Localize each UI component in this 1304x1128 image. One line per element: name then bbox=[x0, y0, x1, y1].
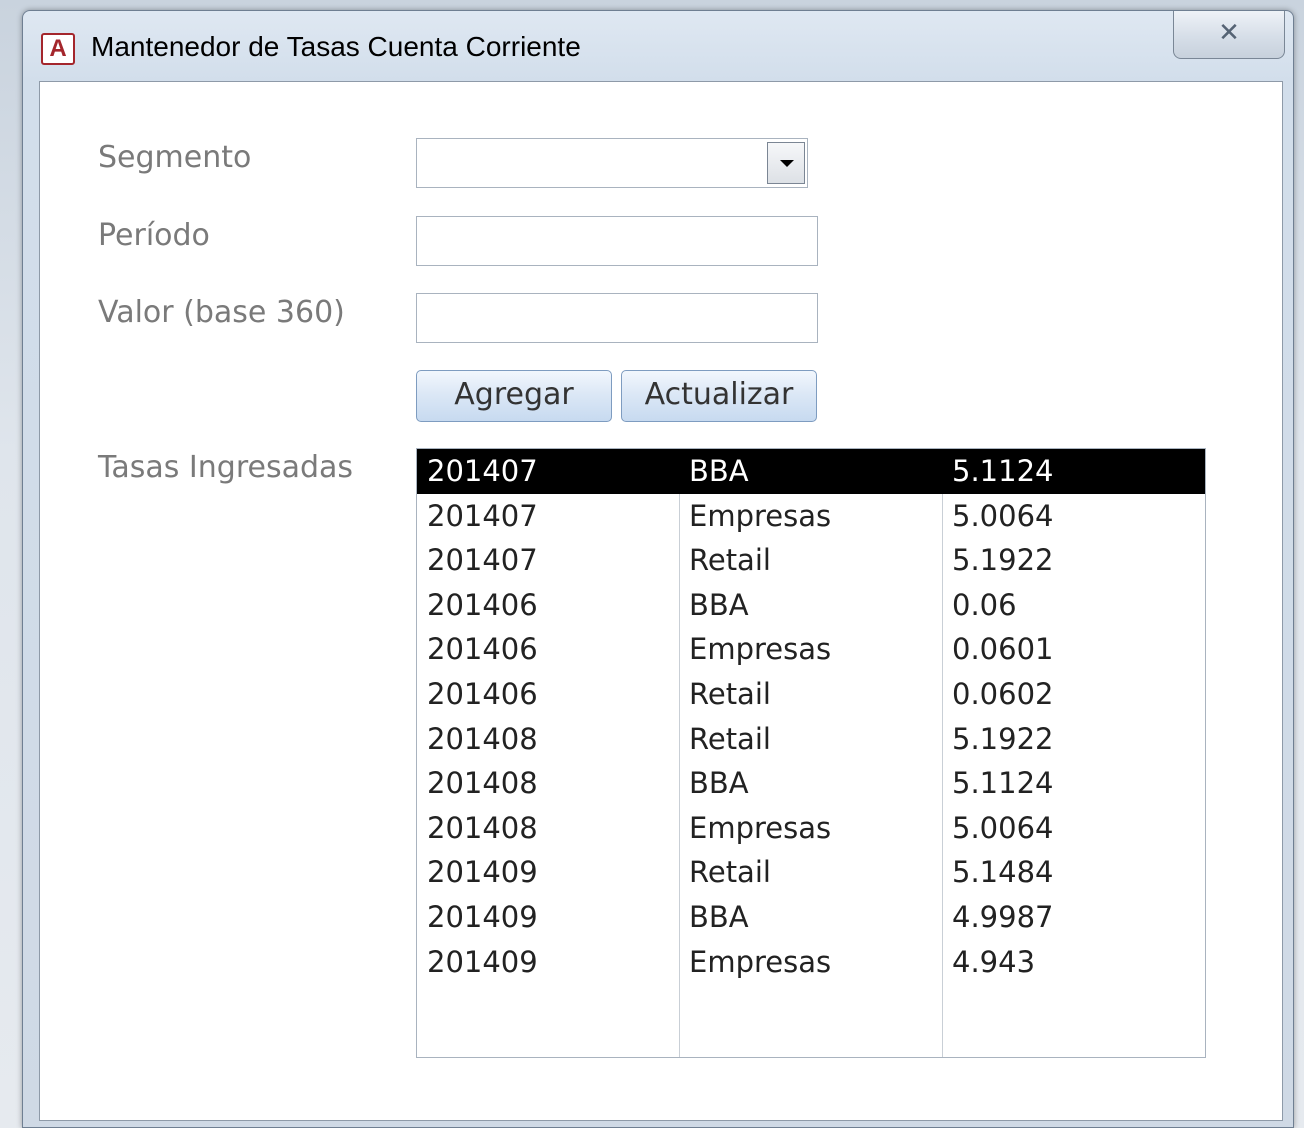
list-cell-valor: 4.943 bbox=[952, 944, 1036, 979]
list-cell-periodo: 201407 bbox=[427, 543, 538, 578]
list-cell-segmento: BBA bbox=[689, 766, 749, 801]
list-item[interactable]: 201409 Empresas 4.943 bbox=[417, 940, 1205, 985]
list-cell-valor: 5.0064 bbox=[952, 498, 1054, 533]
list-cell-segmento: Retail bbox=[689, 543, 771, 578]
list-item[interactable]: 201408 Empresas 5.0064 bbox=[417, 806, 1205, 851]
list-cell-valor: 4.9987 bbox=[952, 900, 1054, 934]
list-cell-valor: 5.1922 bbox=[952, 721, 1054, 756]
list-cell-periodo: 201409 bbox=[427, 944, 538, 979]
list-cell-periodo: 201406 bbox=[427, 587, 538, 622]
list-cell-valor: 0.06 bbox=[952, 587, 1017, 622]
list-cell-segmento: Empresas bbox=[689, 632, 832, 667]
list-cell-segmento: Empresas bbox=[689, 944, 832, 979]
valor-label: Valor (base 360) bbox=[98, 295, 345, 330]
list-item[interactable]: 201407 Retail 5.1922 bbox=[417, 538, 1205, 583]
dialog-window: A Mantenedor de Tasas Cuenta Corriente ✕… bbox=[22, 10, 1294, 1128]
form-body: Segmento Período Valor (base 360) Agrega… bbox=[39, 81, 1283, 1121]
close-icon: ✕ bbox=[1218, 18, 1240, 48]
segmento-label: Segmento bbox=[98, 140, 252, 175]
list-cell-valor: 5.1124 bbox=[952, 454, 1054, 488]
list-item[interactable]: 201409 Retail 5.1484 bbox=[417, 850, 1205, 895]
list-item[interactable]: 201406 Retail 0.0602 bbox=[417, 672, 1205, 717]
list-cell-periodo: 201409 bbox=[427, 855, 538, 890]
segmento-combobox[interactable] bbox=[416, 138, 808, 188]
agregar-button[interactable]: Agregar bbox=[416, 370, 612, 422]
list-item[interactable]: 201407 Empresas 5.0064 bbox=[417, 494, 1205, 539]
list-item[interactable]: 201408 Retail 5.1922 bbox=[417, 717, 1205, 762]
tasas-ingresadas-label: Tasas Ingresadas bbox=[98, 450, 354, 485]
list-item[interactable]: 201406 Empresas 0.0601 bbox=[417, 627, 1205, 672]
list-cell-periodo: 201406 bbox=[427, 632, 538, 667]
list-cell-segmento: BBA bbox=[689, 454, 749, 488]
chevron-down-icon[interactable] bbox=[767, 142, 805, 184]
list-cell-periodo: 201409 bbox=[427, 900, 538, 934]
list-cell-segmento: Empresas bbox=[689, 810, 832, 845]
list-item[interactable]: 201406 BBA 0.06 bbox=[417, 583, 1205, 628]
list-cell-valor: 5.1124 bbox=[952, 766, 1054, 801]
list-cell-periodo: 201407 bbox=[427, 498, 538, 533]
list-item[interactable]: 201407 BBA 5.1124 bbox=[417, 449, 1205, 494]
list-cell-periodo: 201408 bbox=[427, 766, 538, 801]
access-app-icon: A bbox=[41, 33, 75, 65]
valor-input[interactable] bbox=[416, 293, 818, 343]
list-cell-segmento: Retail bbox=[689, 721, 771, 756]
list-cell-periodo: 201407 bbox=[427, 454, 538, 488]
list-item[interactable]: 201409 BBA 4.9987 bbox=[417, 895, 1205, 940]
list-cell-periodo: 201406 bbox=[427, 677, 538, 711]
list-cell-periodo: 201408 bbox=[427, 721, 538, 756]
actualizar-button[interactable]: Actualizar bbox=[621, 370, 817, 422]
periodo-input[interactable] bbox=[416, 216, 818, 266]
list-cell-segmento: Retail bbox=[689, 677, 771, 711]
list-cell-segmento: Empresas bbox=[689, 498, 832, 533]
list-cell-segmento: Retail bbox=[689, 855, 771, 890]
periodo-label: Período bbox=[98, 218, 210, 253]
list-cell-periodo: 201408 bbox=[427, 810, 538, 845]
list-cell-segmento: BBA bbox=[689, 900, 749, 934]
list-cell-valor: 5.1484 bbox=[952, 855, 1054, 890]
list-cell-valor: 0.0602 bbox=[952, 677, 1054, 711]
list-cell-valor: 5.0064 bbox=[952, 810, 1054, 845]
list-item[interactable]: 201408 BBA 5.1124 bbox=[417, 761, 1205, 806]
list-cell-valor: 0.0601 bbox=[952, 632, 1054, 667]
close-button[interactable]: ✕ bbox=[1173, 11, 1285, 59]
tasas-listbox[interactable]: 201407 BBA 5.1124 201407 Empresas 5.0064 20140… bbox=[416, 448, 1206, 1058]
title-bar[interactable]: A Mantenedor de Tasas Cuenta Corriente ✕ bbox=[23, 11, 1293, 81]
window-title: Mantenedor de Tasas Cuenta Corriente bbox=[91, 31, 581, 62]
list-cell-valor: 5.1922 bbox=[952, 543, 1054, 578]
list-cell-segmento: BBA bbox=[689, 587, 749, 622]
